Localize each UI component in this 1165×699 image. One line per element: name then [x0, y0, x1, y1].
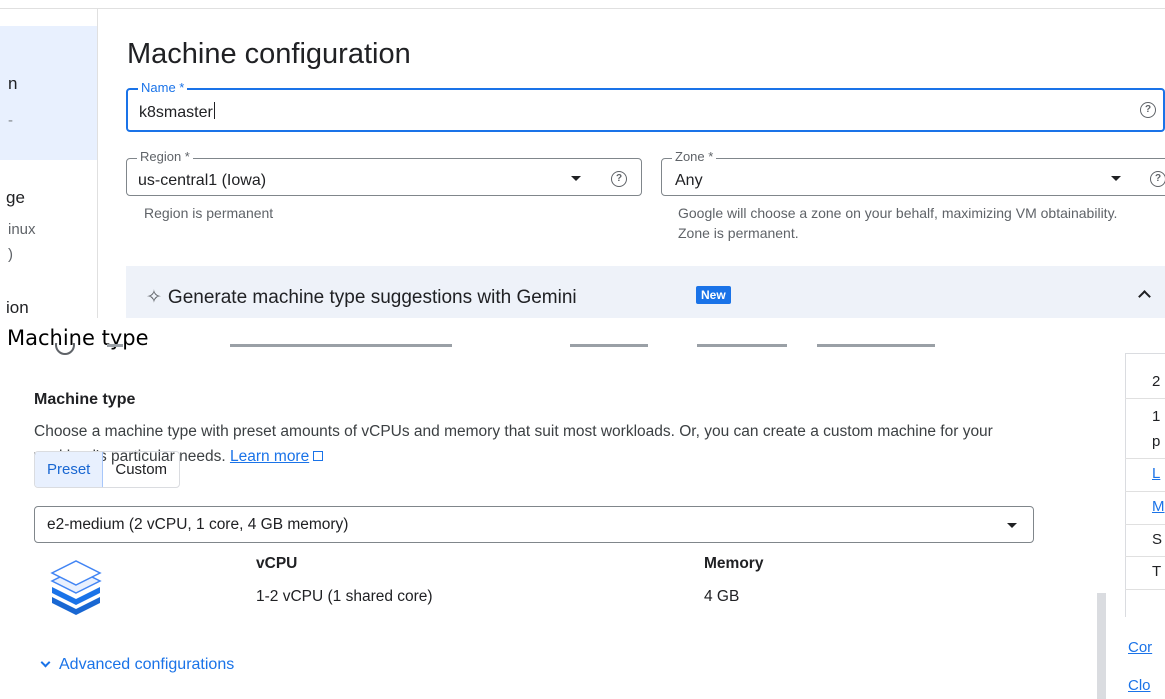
nav-fragment: inux [8, 221, 36, 238]
region-field-label: Region * [137, 149, 193, 164]
summary-fragment: p [1152, 433, 1161, 450]
page-title: Machine configuration [127, 38, 411, 70]
dropdown-arrow-icon[interactable] [1007, 523, 1017, 528]
region-select[interactable]: Region * us-central1 (Iowa) ? [126, 149, 642, 196]
gemini-text: Generate machine type suggestions with G… [167, 287, 577, 308]
summary-link[interactable]: L [1152, 465, 1160, 482]
zone-hint: Google will choose a zone on your behalf… [678, 205, 1118, 241]
memory-label: Memory [704, 555, 764, 572]
nav-fragment[interactable]: ion [6, 298, 29, 318]
advanced-configurations-toggle[interactable]: Advanced configurations [40, 656, 234, 674]
nav-fragment[interactable]: ge [6, 188, 25, 208]
machine-type-panel: Machine type Choose a machine type with … [0, 343, 1165, 699]
name-field-label: Name * [138, 80, 188, 95]
learn-more-text[interactable]: Learn more [230, 448, 309, 465]
region-hint: Region is permanent [144, 205, 274, 221]
advanced-configurations-label[interactable]: Advanced configurations [59, 656, 234, 673]
custom-tab[interactable]: Custom [103, 452, 179, 487]
summary-fragment: 1 [1152, 408, 1161, 425]
machine-type-select-value: e2-medium (2 vCPU, 1 core, 4 GB memory) [47, 516, 349, 533]
footer-link[interactable]: Cor [1128, 639, 1152, 656]
top-divider [0, 8, 1165, 9]
summary-link[interactable]: M [1152, 498, 1165, 515]
cut-off-text [107, 344, 123, 347]
dropdown-arrow-icon[interactable] [571, 176, 581, 181]
machine-type-heading: Machine type [34, 391, 136, 408]
chevron-up-icon[interactable] [1138, 290, 1151, 303]
zone-field-label: Zone * [672, 149, 717, 164]
vcpu-value: 1-2 vCPU (1 shared core) [256, 588, 433, 605]
zone-select-value: Any [675, 172, 703, 189]
divider [1125, 398, 1165, 399]
footer-link[interactable]: Clo [1128, 677, 1151, 694]
right-summary-panel: 2 1 p L M S T Cor Clo [1125, 343, 1165, 699]
left-nav: n - ge inux ) ion [0, 8, 98, 318]
preset-tab[interactable]: Preset [35, 452, 104, 487]
nav-fragment: - [8, 112, 13, 129]
divider [1125, 491, 1165, 492]
divider [1125, 458, 1165, 459]
scrollbar[interactable] [1097, 593, 1106, 699]
memory-value: 4 GB [704, 588, 740, 605]
name-field-value[interactable]: k8smaster [139, 104, 213, 121]
divider [1125, 524, 1165, 525]
gemini-suggestions-label: ✧ Generate machine type suggestions with … [146, 286, 577, 309]
summary-fragment: 2 [1152, 373, 1161, 390]
summary-fragment: S [1152, 531, 1163, 548]
cut-off-text [697, 344, 787, 347]
learn-more-link[interactable]: Learn more [230, 448, 324, 465]
divider [1125, 589, 1165, 590]
machine-type-select[interactable]: e2-medium (2 vCPU, 1 core, 4 GB memory) [34, 506, 1034, 543]
zone-select[interactable]: Zone * Any ? [661, 149, 1165, 196]
cut-off-text [230, 344, 452, 347]
help-icon[interactable]: ? [1140, 102, 1156, 118]
summary-fragment: T [1152, 563, 1162, 580]
gemini-suggestions-bar[interactable]: ✧ Generate machine type suggestions with … [126, 266, 1165, 318]
machine-configuration-panel: n - ge inux ) ion Machine configuration … [0, 0, 1165, 318]
cut-off-row [55, 343, 955, 357]
new-badge: New [696, 286, 731, 304]
machine-type-description: Choose a machine type with preset amount… [34, 419, 1044, 469]
nav-fragment: ) [8, 246, 13, 263]
sparkle-icon: ✧ [146, 287, 162, 308]
divider [1125, 556, 1165, 557]
region-select-value: us-central1 (Iowa) [138, 172, 267, 189]
cut-off-text [817, 344, 935, 347]
external-link-icon [313, 451, 324, 461]
vcpu-label: vCPU [256, 555, 298, 572]
help-icon[interactable]: ? [611, 171, 627, 187]
radio-button[interactable] [55, 343, 75, 355]
dropdown-arrow-icon[interactable] [1111, 176, 1121, 181]
machine-type-toggle: Preset Custom [34, 451, 181, 488]
help-icon[interactable]: ? [1150, 171, 1165, 187]
chevron-down-icon [40, 657, 51, 668]
text-cursor [213, 102, 215, 119]
name-field[interactable]: Name * k8smaster ? [126, 80, 1165, 132]
nav-fragment: n [8, 74, 18, 93]
cut-off-text [570, 344, 648, 347]
machine-layers-icon [50, 560, 102, 615]
